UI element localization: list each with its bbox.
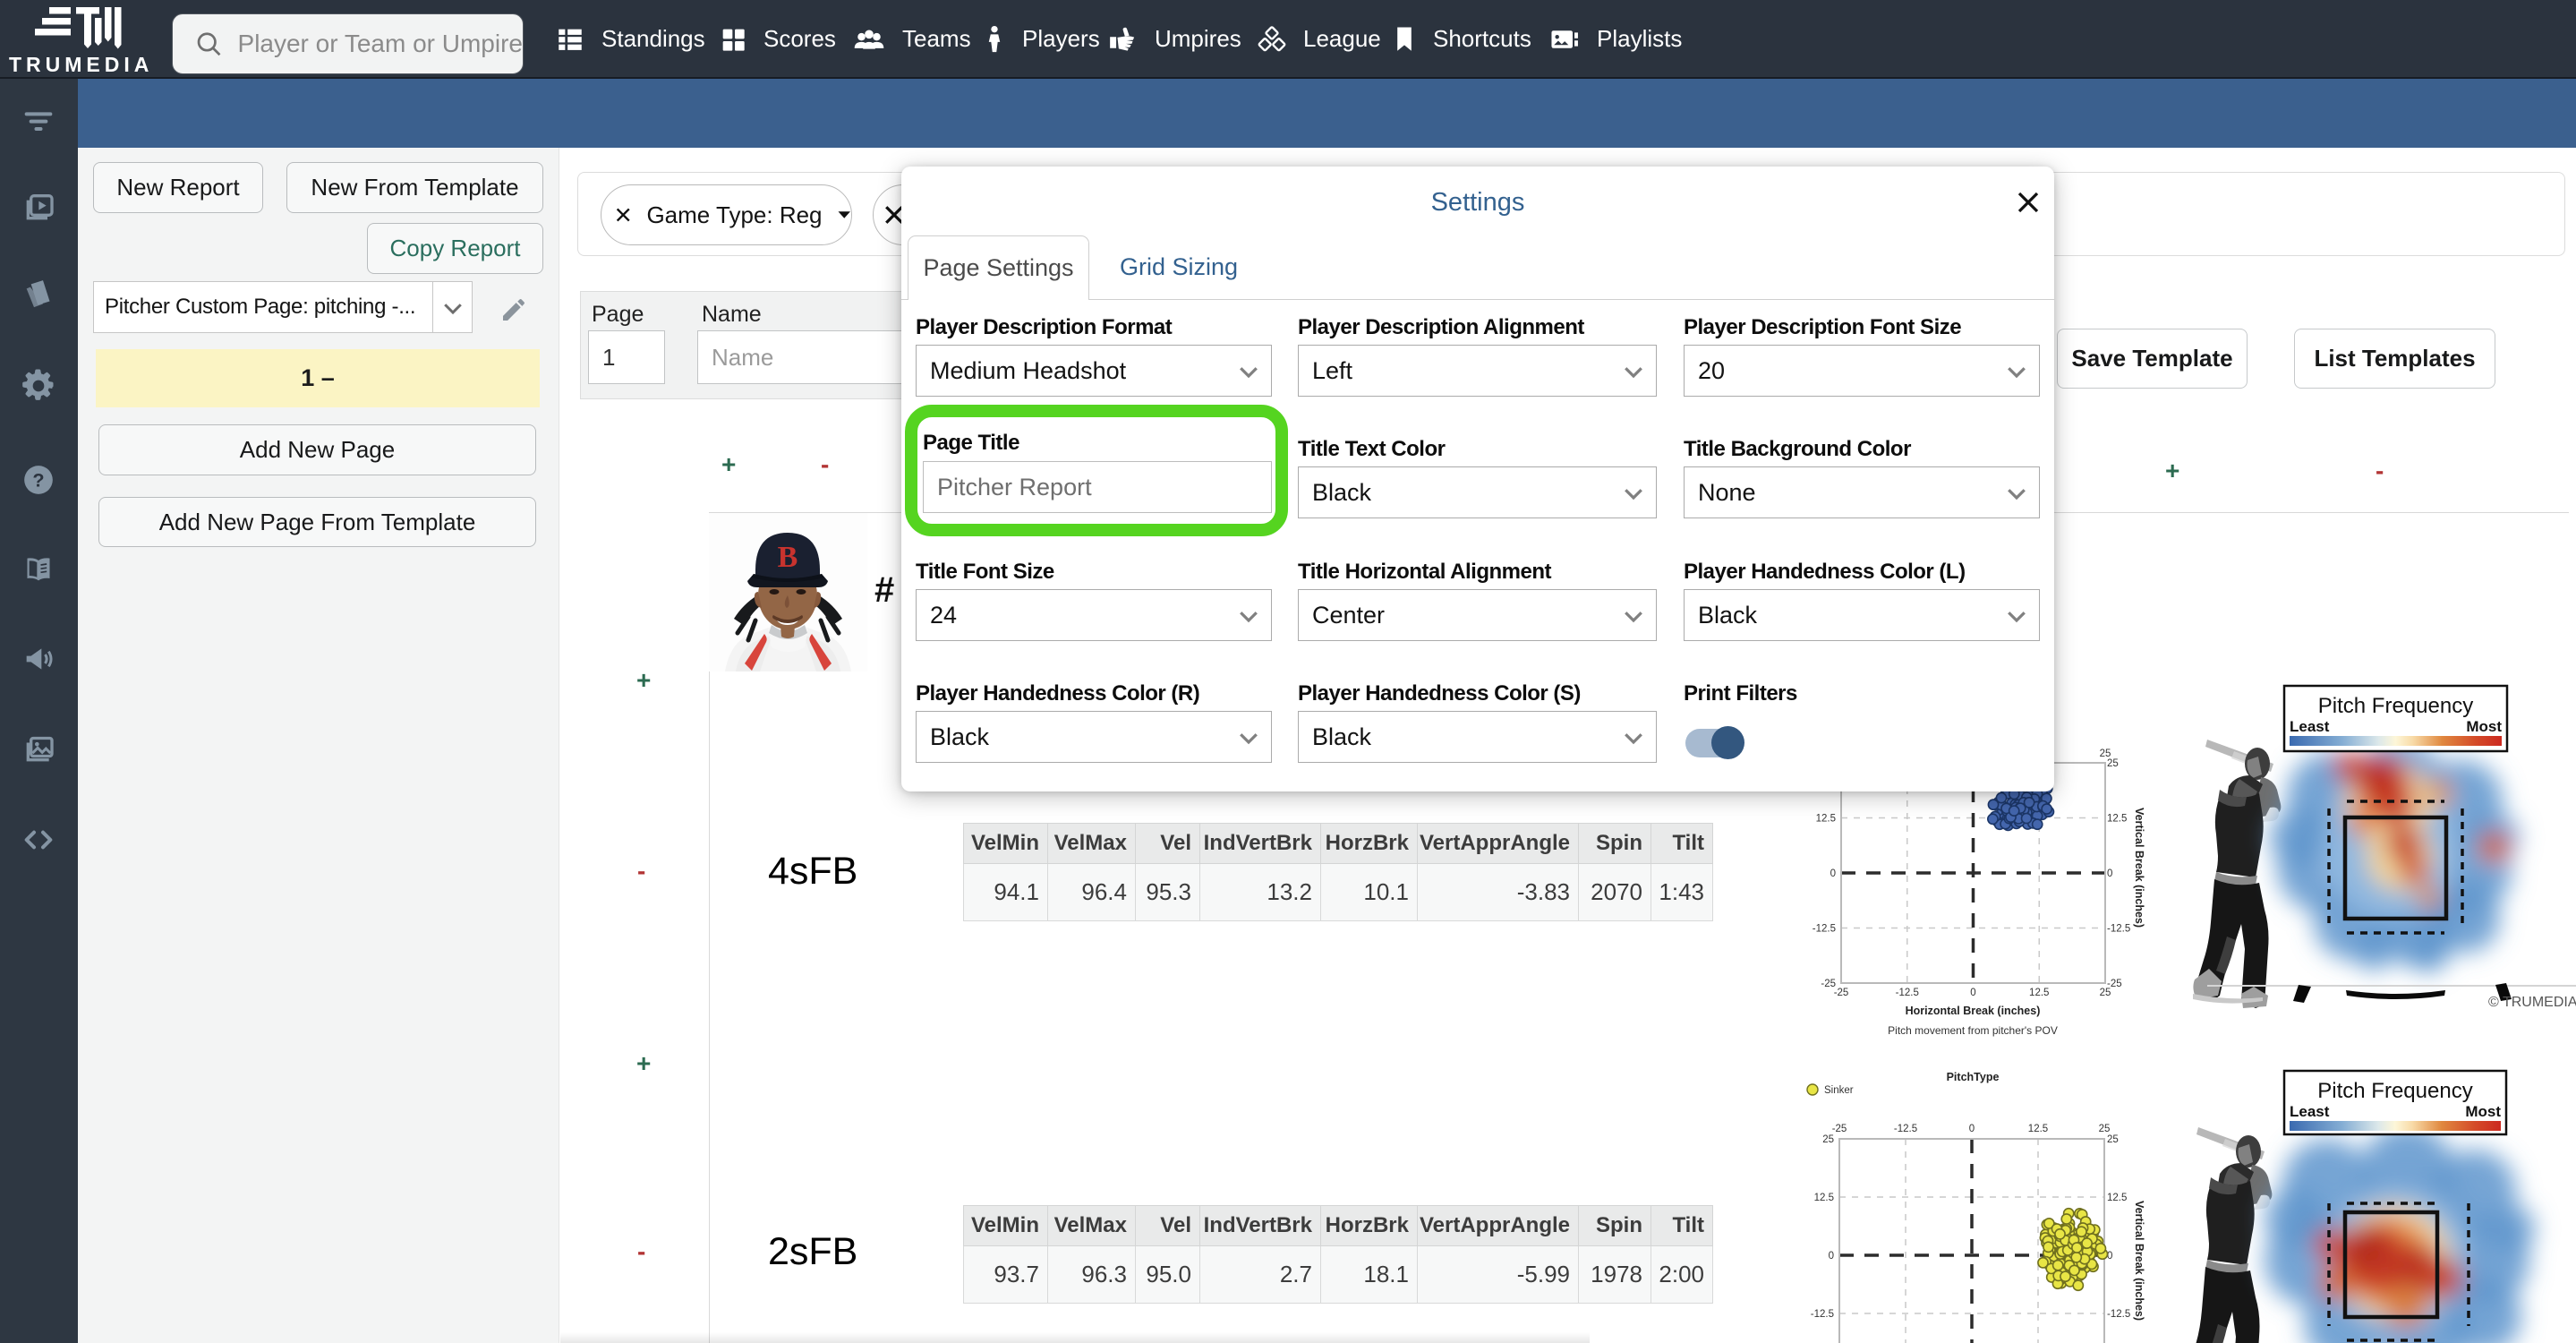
svg-text:-12.5: -12.5 xyxy=(2107,924,2130,935)
svg-text:0: 0 xyxy=(1969,1124,1975,1134)
svg-text:-12.5: -12.5 xyxy=(2107,1309,2130,1320)
svg-text:25: 25 xyxy=(1822,1134,1834,1145)
svg-text:25: 25 xyxy=(2100,748,2111,759)
svg-text:Most: Most xyxy=(2466,718,2502,735)
svg-text:0: 0 xyxy=(1830,868,1836,879)
svg-text:-25: -25 xyxy=(1834,988,1849,998)
svg-text:-12.5: -12.5 xyxy=(1896,988,1919,998)
svg-text:Pitch Frequency: Pitch Frequency xyxy=(2317,1079,2472,1103)
svg-text:Pitch movement from pitcher's: Pitch movement from pitcher's POV xyxy=(1888,1024,2058,1037)
svg-text:-12.5: -12.5 xyxy=(1894,1124,1917,1134)
svg-text:25: 25 xyxy=(2107,1134,2119,1145)
svg-text:Vertical Break (inches): Vertical Break (inches) xyxy=(2133,1201,2145,1321)
svg-text:Horizontal Break (inches): Horizontal Break (inches) xyxy=(1906,1005,2041,1017)
svg-text:Least: Least xyxy=(2290,1103,2330,1120)
svg-text:0: 0 xyxy=(1970,988,1975,998)
svg-text:-12.5: -12.5 xyxy=(1813,924,1836,935)
svg-text:-12.5: -12.5 xyxy=(1811,1309,1834,1320)
svg-text:Least: Least xyxy=(2290,718,2330,735)
svg-text:25: 25 xyxy=(2099,1124,2111,1134)
svg-text:-25: -25 xyxy=(1832,1124,1847,1134)
svg-text:© TRUMEDIA 2024: © TRUMEDIA 2024 xyxy=(2488,995,2576,1010)
svg-text:Most: Most xyxy=(2465,1103,2501,1120)
svg-text:Vertical Break (inches): Vertical Break (inches) xyxy=(2133,808,2145,928)
svg-text:PitchType: PitchType xyxy=(1947,1071,2000,1083)
svg-text:25: 25 xyxy=(2100,988,2111,998)
svg-text:12.5: 12.5 xyxy=(2028,1124,2048,1134)
svg-text:12.5: 12.5 xyxy=(2029,988,2049,998)
svg-text:25: 25 xyxy=(2107,758,2119,769)
svg-text:12.5: 12.5 xyxy=(2107,1193,2127,1203)
svg-text:12.5: 12.5 xyxy=(2107,814,2127,825)
svg-text:12.5: 12.5 xyxy=(1816,814,1836,825)
svg-text:Sinker: Sinker xyxy=(1824,1085,1854,1096)
svg-text:0: 0 xyxy=(2107,868,2112,879)
svg-text:0: 0 xyxy=(1829,1251,1834,1262)
svg-text:TRUMEDIA: TRUMEDIA xyxy=(9,53,153,76)
svg-text:12.5: 12.5 xyxy=(1814,1193,1834,1203)
svg-text:?: ? xyxy=(32,469,44,492)
svg-text:Pitch Frequency: Pitch Frequency xyxy=(2318,694,2473,718)
